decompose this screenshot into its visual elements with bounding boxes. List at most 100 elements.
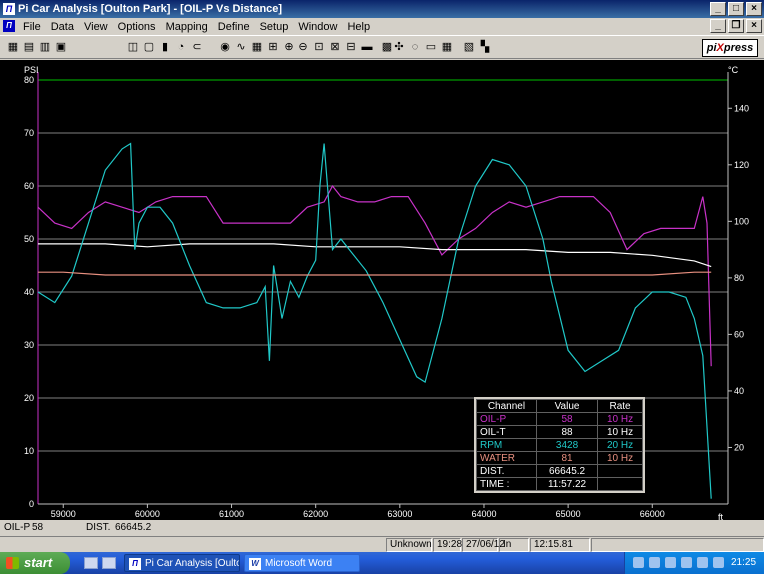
y-right-tick-label: 140 [734, 103, 749, 113]
tray-display-icon[interactable] [697, 557, 708, 568]
table-row: DIST. 66645.2 [476, 464, 643, 478]
menu-data[interactable]: Data [46, 21, 79, 33]
waveform-icon[interactable]: ∿ [234, 40, 248, 54]
chart-area[interactable]: 0 10 20 30 40 50 60 70 80 20 40 60 80 100 120 140 59000 6… [0, 60, 764, 520]
new-window-icon[interactable]: ◫ [126, 40, 140, 54]
y-left-tick-label: 30 [24, 340, 34, 350]
car-icon[interactable]: ▬ [360, 40, 374, 54]
y-right-tick-label: 40 [734, 386, 744, 396]
zoom-box-icon[interactable]: ⊡ [312, 40, 326, 54]
table-row: RPM 3428 20 Hz [476, 438, 643, 452]
telemetry-icon[interactable]: ✣ [392, 40, 406, 54]
y-left-tick-label: 80 [24, 75, 34, 85]
bar-icon[interactable]: ▮ [158, 40, 172, 54]
system-tray: 21:25 [624, 552, 764, 574]
doc-close-button[interactable]: × [746, 19, 762, 33]
tray-security-icon[interactable] [649, 557, 660, 568]
track-icon[interactable]: ◌ [408, 40, 422, 54]
title-bar[interactable]: Π Pi Car Analysis [Oulton Park] - [OIL-P… [0, 0, 764, 18]
pi-app-icon: Π [129, 558, 141, 570]
link-icon[interactable]: ⊂ [190, 40, 204, 54]
chart-icon[interactable]: ▦ [6, 40, 20, 54]
window-title: Pi Car Analysis [Oulton Park] - [OIL-P V… [18, 3, 283, 15]
x-tick-label: 66000 [640, 509, 665, 519]
print-icon[interactable]: ▣ [54, 40, 68, 54]
oilp-vs-distance-chart[interactable]: 0 10 20 30 40 50 60 70 80 20 40 60 80 100 120 140 59000 6… [0, 60, 764, 520]
y-left-tick-label: 60 [24, 181, 34, 191]
y-right-tick-label: 100 [734, 216, 749, 226]
x-tick-label: 63000 [387, 509, 412, 519]
tray-update-icon[interactable] [665, 557, 676, 568]
tray-usb-icon[interactable] [713, 557, 724, 568]
start-button[interactable]: start [0, 552, 70, 574]
channel-readout-table: Channel Value Rate OIL-P 58 10 Hz OIL-T 88 10… [474, 397, 645, 493]
x-axis-label: ft [718, 512, 724, 520]
series-line-oilt [38, 243, 712, 268]
gauge-icon[interactable]: ◔ [174, 40, 188, 54]
x-tick-label: 64000 [471, 509, 496, 519]
y-left-tick-label: 50 [24, 234, 34, 244]
readout-channel: RPM [476, 438, 537, 452]
menu-window[interactable]: Window [293, 21, 342, 33]
status-laptime: 12:15.81 [530, 538, 590, 552]
app-icon[interactable]: Π [3, 3, 15, 15]
menu-setup[interactable]: Setup [255, 21, 294, 33]
readout-rate: 10 Hz [597, 412, 643, 426]
readout-value: 88 [535, 425, 599, 439]
x-tick-label: 65000 [556, 509, 581, 519]
cursor-readout-bar: OIL-P 58 DIST. 66645.2 [0, 520, 764, 536]
toolbar: piXpress ▦ ▤ ▥ ▣ ◫ ▢ ▮ ◔ ⊂ ◉ ∿ ▦ ⊞ ⊕ ⊖ ⊡ ⊠ ⊟ ▬ ▩ ✣ ◌ ▭ ▦ ▧ ▚ [0, 35, 764, 59]
tray-volume-icon[interactable] [681, 557, 692, 568]
series-line-water [38, 271, 712, 276]
zoom-all-icon[interactable]: ⊟ [344, 40, 358, 54]
y-left-tick-label: 0 [29, 499, 34, 509]
zoom-in-icon[interactable]: ⊕ [282, 40, 296, 54]
close-button[interactable]: × [746, 2, 762, 16]
readout-channel: OIL-T [476, 425, 537, 439]
word-icon: W [249, 558, 261, 570]
eye-icon[interactable]: ◉ [218, 40, 232, 54]
doc-restore-button[interactable]: ❐ [728, 19, 744, 33]
tray-network-icon[interactable] [633, 557, 644, 568]
header-value: Value [535, 399, 599, 413]
zoom-out-icon[interactable]: ⊖ [296, 40, 310, 54]
status-mode: In [499, 538, 529, 552]
quicklaunch-explorer-icon[interactable] [102, 557, 116, 569]
menu-bar: Π File Data View Options Mapping Define … [0, 18, 764, 35]
doc-minimize-button[interactable]: _ [710, 19, 726, 33]
minimize-button[interactable]: _ [710, 2, 726, 16]
grid-split-icon[interactable]: ▦ [250, 40, 264, 54]
readout-channel: WATER [476, 451, 537, 465]
table-row: OIL-P 58 10 Hz [476, 412, 643, 426]
taskbar: start Π Pi Car Analysis [Oulto... W Micr… [0, 552, 764, 574]
document-icon[interactable]: Π [3, 20, 15, 32]
menu-mapping[interactable]: Mapping [161, 21, 213, 33]
readout-value: 58 [535, 412, 599, 426]
task-microsoft-word[interactable]: W Microsoft Word [244, 554, 360, 572]
task-pi-car-analysis[interactable]: Π Pi Car Analysis [Oulto... [124, 554, 240, 572]
header-rate: Rate [597, 399, 643, 413]
compare-icon[interactable]: ▧ [462, 40, 476, 54]
menu-view[interactable]: View [79, 21, 113, 33]
y-left-tick-label: 70 [24, 128, 34, 138]
readout-channel: TIME : [476, 477, 537, 491]
table-icon[interactable]: ▦ [440, 40, 454, 54]
quicklaunch-desktop-icon[interactable] [84, 557, 98, 569]
open-icon[interactable]: ▤ [22, 40, 36, 54]
race-car-icon[interactable]: ▭ [424, 40, 438, 54]
zoom-fit-icon[interactable]: ⊠ [328, 40, 342, 54]
menu-define[interactable]: Define [213, 21, 255, 33]
folder-icon[interactable]: ▢ [142, 40, 156, 54]
checker-icon[interactable]: ▚ [478, 40, 492, 54]
menu-help[interactable]: Help [342, 21, 375, 33]
x-tick-label: 62000 [303, 509, 328, 519]
status-track: Unknown [386, 538, 432, 552]
save-icon[interactable]: ▥ [38, 40, 52, 54]
table-row: OIL-T 88 10 Hz [476, 425, 643, 439]
cursor-icon[interactable]: ⊞ [266, 40, 280, 54]
menu-file[interactable]: File [18, 21, 46, 33]
table-row: WATER 81 10 Hz [476, 451, 643, 465]
readout-value: 3428 [535, 438, 599, 452]
maximize-button[interactable]: □ [728, 2, 744, 16]
menu-options[interactable]: Options [113, 21, 161, 33]
